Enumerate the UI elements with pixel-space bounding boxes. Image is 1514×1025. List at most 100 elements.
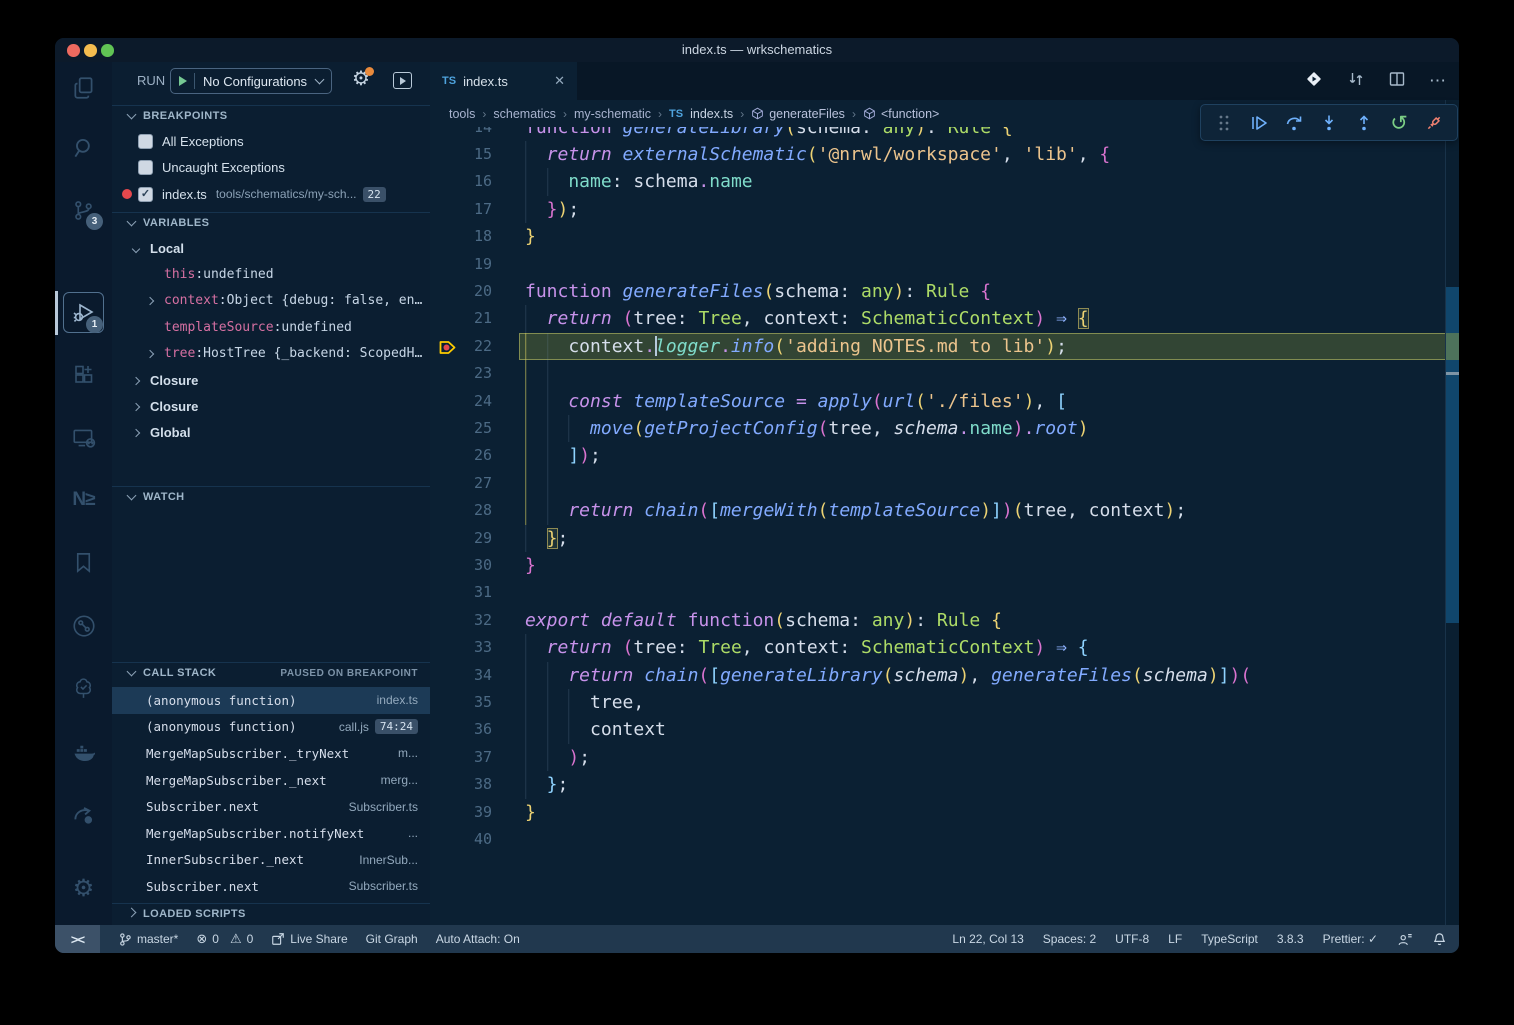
close-tab-icon[interactable]: ✕ (554, 73, 565, 89)
code-line[interactable]: 21 return (tree: Tree, context: Schemati… (430, 305, 1445, 332)
breadcrumb-item[interactable]: my-schematic (574, 107, 651, 121)
statusbar-item-diagnostics[interactable]: ⊗0⚠0 (196, 932, 253, 947)
variables-section-header[interactable]: VARIABLES (112, 212, 430, 233)
line-number-gutter[interactable]: 31 (430, 579, 525, 606)
breadcrumb-item[interactable]: <function> (881, 107, 939, 121)
code-line[interactable]: 33 return (tree: Tree, context: Schemati… (430, 634, 1445, 661)
line-number-gutter[interactable]: 32 (430, 607, 525, 634)
line-number-gutter[interactable]: 34 (430, 662, 525, 689)
line-number-gutter[interactable]: 33 (430, 634, 525, 661)
code-line[interactable]: 28 return chain([mergeWith(templateSourc… (430, 497, 1445, 524)
disconnect-icon[interactable] (1422, 111, 1446, 135)
call-stack-frame[interactable]: InnerSubscriber._nextInnerSub... (112, 847, 430, 874)
step-over-icon[interactable] (1282, 111, 1306, 135)
code-line[interactable]: 31 (430, 579, 1445, 606)
notifications-bell-icon[interactable] (1432, 932, 1447, 947)
line-number-gutter[interactable]: 37 (430, 744, 525, 771)
breadcrumb-item[interactable]: index.ts (690, 107, 733, 121)
explorer-icon[interactable] (55, 64, 112, 112)
statusbar-item-master-[interactable]: master* (118, 932, 178, 947)
line-number-gutter[interactable]: 19 (430, 251, 525, 278)
line-number-gutter[interactable]: 27 (430, 470, 525, 497)
line-number-gutter[interactable]: 40 (430, 826, 525, 853)
tab-index-ts[interactable]: TS index.ts ✕ (430, 62, 577, 100)
statusbar-item-lf[interactable]: LF (1168, 932, 1182, 946)
breadcrumb-item[interactable]: tools (449, 107, 475, 121)
code-line[interactable]: 25 move(getProjectConfig(tree, schema.na… (430, 415, 1445, 442)
breadcrumb-item[interactable]: schematics (493, 107, 556, 121)
line-number-gutter[interactable]: 22 (430, 333, 525, 360)
step-into-icon[interactable] (1317, 111, 1341, 135)
code-line[interactable]: 34 return chain([generateLibrary(schema)… (430, 662, 1445, 689)
statusbar-item-ln-22-col-13[interactable]: Ln 22, Col 13 (952, 932, 1023, 946)
call-stack-frame[interactable]: (anonymous function)call.js74:24 (112, 714, 430, 741)
code-line[interactable]: 38 }; (430, 771, 1445, 798)
variable-row[interactable]: templateSource: undefined (112, 314, 430, 340)
remote-explorer-icon[interactable] (55, 414, 112, 462)
breakpoint-checkbox[interactable] (138, 134, 153, 149)
manage-gear-icon[interactable]: ⚙ (55, 864, 112, 912)
variable-row[interactable]: Closure (112, 367, 430, 393)
call-stack-frame[interactable]: MergeMapSubscriber.notifyNext... (112, 820, 430, 847)
nx-console-icon[interactable]: N≥ (55, 476, 112, 524)
statusbar-item-3-8-3[interactable]: 3.8.3 (1277, 932, 1304, 946)
variable-row[interactable]: Global (112, 420, 430, 446)
code-line[interactable]: 23 (430, 360, 1445, 387)
statusbar-item-typescript[interactable]: TypeScript (1201, 932, 1258, 946)
gitlens-icon[interactable] (1304, 69, 1324, 94)
line-number-gutter[interactable]: 26 (430, 442, 525, 469)
line-number-gutter[interactable]: 18 (430, 223, 525, 250)
variable-row[interactable]: this: undefined (112, 261, 430, 287)
start-debug-icon[interactable] (179, 76, 187, 86)
breakpoint-row[interactable]: Uncaught Exceptions (112, 155, 430, 182)
statusbar-item-git-graph[interactable]: Git Graph (366, 932, 418, 946)
variable-row[interactable]: tree: HostTree {_backend: ScopedH… (112, 341, 430, 367)
debug-console-icon[interactable] (393, 72, 412, 89)
variable-row[interactable]: context: Object {debug: false, en… (112, 288, 430, 314)
breakpoint-checkbox[interactable]: ✓ (138, 187, 153, 202)
line-number-gutter[interactable]: 20 (430, 278, 525, 305)
code-line[interactable]: 39} (430, 799, 1445, 826)
feedback-icon[interactable] (1397, 932, 1413, 947)
call-stack-frame[interactable]: Subscriber.nextSubscriber.ts (112, 793, 430, 820)
line-number-gutter[interactable]: 36 (430, 716, 525, 743)
code-line[interactable]: 27 (430, 470, 1445, 497)
call-stack-frame[interactable]: MergeMapSubscriber._tryNextm... (112, 740, 430, 767)
breakpoint-checkbox[interactable] (138, 160, 153, 175)
todo-tree-icon[interactable] (55, 664, 112, 712)
line-number-gutter[interactable]: 24 (430, 388, 525, 415)
line-number-gutter[interactable]: 39 (430, 799, 525, 826)
breakpoint-row[interactable]: All Exceptions (112, 128, 430, 155)
line-number-gutter[interactable]: 28 (430, 497, 525, 524)
line-number-gutter[interactable]: 29 (430, 525, 525, 552)
code-line[interactable]: 30} (430, 552, 1445, 579)
live-share-activity-icon[interactable] (55, 791, 112, 839)
code-line[interactable]: 32export default function(schema: any): … (430, 607, 1445, 634)
line-number-gutter[interactable]: 38 (430, 771, 525, 798)
code-line[interactable]: 37 ); (430, 744, 1445, 771)
breakpoints-section-header[interactable]: BREAKPOINTS (112, 105, 430, 126)
call-stack-frame[interactable]: (anonymous function)index.ts (112, 687, 430, 714)
statusbar-item-prettier-[interactable]: Prettier: ✓ (1323, 932, 1378, 946)
statusbar-item-live-share[interactable]: Live Share (271, 932, 347, 946)
configure-gear-icon[interactable]: ⚙ (352, 66, 370, 91)
code-line[interactable]: 15 return externalSchematic('@nrwl/works… (430, 141, 1445, 168)
watch-section-header[interactable]: WATCH (112, 486, 430, 507)
bookmarks-icon[interactable] (55, 538, 112, 586)
statusbar-item-auto-attach-on[interactable]: Auto Attach: On (436, 932, 520, 946)
line-number-gutter[interactable]: 17 (430, 196, 525, 223)
code-line[interactable]: 19 (430, 251, 1445, 278)
run-and-debug-icon[interactable]: 1 (55, 289, 112, 337)
line-number-gutter[interactable]: 15 (430, 141, 525, 168)
statusbar-item-utf-8[interactable]: UTF-8 (1115, 932, 1149, 946)
launch-configuration-dropdown[interactable]: No Configurations (170, 68, 332, 94)
step-out-icon[interactable] (1352, 111, 1376, 135)
code-line[interactable]: 18} (430, 223, 1445, 250)
search-icon[interactable] (55, 124, 112, 172)
statusbar-item-spaces-2[interactable]: Spaces: 2 (1043, 932, 1096, 946)
code-line[interactable]: 22 context.logger.info('adding NOTES.md … (430, 333, 1445, 360)
line-number-gutter[interactable]: 30 (430, 552, 525, 579)
code-line[interactable]: 24 const templateSource = apply(url('./f… (430, 388, 1445, 415)
variable-row[interactable]: Local (112, 235, 430, 261)
code-line[interactable]: 20function generateFiles(schema: any): R… (430, 278, 1445, 305)
